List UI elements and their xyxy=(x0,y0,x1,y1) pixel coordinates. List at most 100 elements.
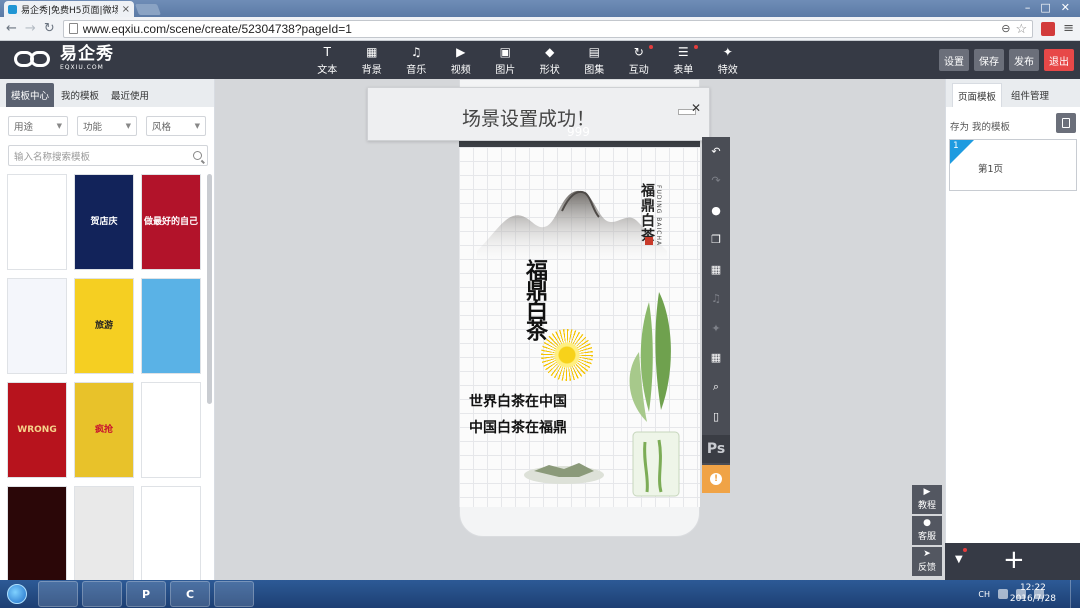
customer-service-button[interactable]: ● 客服 xyxy=(912,516,942,545)
tab-recently-used[interactable]: 最近使用 xyxy=(106,83,154,107)
tool-image[interactable]: ▣ 图片 xyxy=(483,45,528,77)
tool-effects[interactable]: ✦ 特效 xyxy=(706,45,751,77)
filter-label: 用途 xyxy=(14,122,34,133)
tool-interaction[interactable]: ↻ 互动 xyxy=(617,45,662,77)
template-thumbnail[interactable] xyxy=(74,486,134,582)
shape-icon: ◆ xyxy=(545,45,555,59)
grid-icon[interactable]: ▦ xyxy=(702,255,730,283)
template-thumbnail[interactable]: 做最好的自己 xyxy=(141,174,201,270)
template-thumbnail[interactable]: 旅游 xyxy=(74,278,134,374)
tool-background[interactable]: ▦ 背景 xyxy=(350,45,395,77)
tray-icon[interactable] xyxy=(998,589,1008,599)
close-window-icon[interactable]: ✕ xyxy=(1061,0,1070,16)
taskbar-explorer[interactable] xyxy=(38,581,78,607)
extension-icon[interactable] xyxy=(1041,21,1056,36)
save-button[interactable]: 保存 xyxy=(974,49,1004,71)
template-thumbnail[interactable]: WRONG xyxy=(7,382,67,478)
template-thumbnail[interactable] xyxy=(7,486,67,582)
zoom-icon[interactable]: ⌕ xyxy=(702,373,730,401)
undo-icon[interactable]: ↶ xyxy=(702,137,730,165)
window-controls: – □ ✕ xyxy=(1025,0,1076,16)
template-thumbnail[interactable] xyxy=(141,486,201,582)
mobile-icon[interactable]: ▯ xyxy=(702,403,730,431)
template-thumbnail-title: 疯抢 xyxy=(94,424,113,435)
page-thumbnail[interactable]: 1 第1页 xyxy=(949,139,1077,191)
slogan-line-2[interactable]: 中国白茶在福鼎 xyxy=(469,417,567,437)
alert-button[interactable]: ! xyxy=(702,465,730,493)
tab-my-templates[interactable]: 我的模板 xyxy=(56,83,104,107)
tool-shape[interactable]: ◆ 形状 xyxy=(528,45,573,77)
copy-page-icon[interactable]: ❐ xyxy=(702,226,730,254)
document-icon[interactable] xyxy=(1056,113,1076,133)
filter-style[interactable]: 风格 ▼ xyxy=(146,116,206,136)
calligraphy-title[interactable]: 福鼎白茶 xyxy=(519,259,551,339)
exit-button[interactable]: 退出 xyxy=(1044,49,1074,71)
filter-usage[interactable]: 用途 ▼ xyxy=(8,116,68,136)
tool-music[interactable]: ♫ 音乐 xyxy=(394,45,439,77)
sun-flower-image[interactable] xyxy=(541,329,593,381)
preview-icon[interactable]: ● xyxy=(702,196,730,224)
zoom-icon[interactable]: ⊖ xyxy=(1001,22,1010,35)
taskbar-chrome[interactable] xyxy=(214,581,254,607)
vertical-toolbar: ↶ ↷ ● ❐ ▦ ♫ ✦ ▦ ⌕ ▯ Ps! xyxy=(702,137,730,493)
layout-icon[interactable]: ▦ xyxy=(702,344,730,372)
tool-video[interactable]: ▶ 视频 xyxy=(439,45,484,77)
tea-leaf-glass-image[interactable] xyxy=(619,292,691,502)
add-page-icon[interactable]: + xyxy=(1003,545,1025,575)
taskbar-camtasia[interactable]: C xyxy=(170,581,210,607)
tab-template-center[interactable]: 模板中心 xyxy=(6,83,55,107)
tab-page-templates[interactable]: 页面模板 xyxy=(952,83,1003,107)
save-as-template-link[interactable]: 存为 我的模板 xyxy=(950,119,1010,133)
chevron-down-icon[interactable]: ▼ xyxy=(955,554,963,565)
slogan-line-1[interactable]: 世界白茶在中国 xyxy=(469,391,567,411)
browser-menu-icon[interactable]: ≡ xyxy=(1063,21,1074,36)
bookmark-star-icon[interactable]: ☆ xyxy=(1015,21,1027,37)
show-desktop-button[interactable] xyxy=(1070,580,1080,608)
template-thumbnail[interactable]: 贺店庆 xyxy=(74,174,134,270)
minimize-icon[interactable]: – xyxy=(1025,0,1031,16)
tool-form[interactable]: ☰ 表单 xyxy=(661,45,706,77)
url-field[interactable]: www.eqxiu.com/scene/create/52304738?page… xyxy=(62,19,1034,38)
template-search-input[interactable]: 输入名称搜索模板 xyxy=(8,145,208,166)
tutorial-button[interactable]: ▶ 教程 xyxy=(912,485,942,514)
forward-icon[interactable]: → xyxy=(25,21,36,36)
feedback-button[interactable]: ➤ 反馈 xyxy=(912,547,942,576)
tab-component-management[interactable]: 组件管理 xyxy=(1006,83,1054,107)
template-scrollbar[interactable] xyxy=(207,174,212,404)
photoshop-import-button[interactable]: Ps xyxy=(702,435,730,463)
publish-button[interactable]: 发布 xyxy=(1009,49,1039,71)
effects-icon[interactable]: ✦ xyxy=(702,314,730,342)
back-icon[interactable]: ← xyxy=(6,21,17,36)
close-icon[interactable]: ✕ xyxy=(691,101,701,115)
template-thumbnail[interactable]: 疯抢 xyxy=(74,382,134,478)
template-thumbnail[interactable] xyxy=(141,278,201,374)
reload-icon[interactable]: ↻ xyxy=(44,21,55,36)
input-method-indicator[interactable]: CH xyxy=(978,590,990,599)
template-thumbnail[interactable] xyxy=(7,278,67,374)
tool-text[interactable]: T 文本 xyxy=(305,45,350,77)
tool-label: 背景 xyxy=(361,65,382,76)
taskbar-app-2[interactable] xyxy=(82,581,122,607)
tool-label: 形状 xyxy=(539,65,560,76)
maximize-icon[interactable]: □ xyxy=(1040,0,1050,16)
taskbar-powerpoint[interactable]: P xyxy=(126,581,166,607)
filter-function[interactable]: 功能 ▼ xyxy=(77,116,137,136)
new-tab-button[interactable] xyxy=(134,4,162,15)
brand-vertical-text[interactable]: 福鼎白茶 xyxy=(637,183,657,243)
redo-icon[interactable]: ↷ xyxy=(702,167,730,195)
dried-tea-image[interactable] xyxy=(519,447,609,487)
close-tab-icon[interactable]: × xyxy=(122,4,130,15)
start-button[interactable] xyxy=(0,581,34,607)
template-thumbnail[interactable] xyxy=(7,174,67,270)
template-thumbnail[interactable] xyxy=(141,382,201,478)
browser-tab[interactable]: 易企秀|免费H5页面|微场景 × xyxy=(4,1,134,17)
scene-page[interactable]: 福鼎白茶 FUDING BAICHA 福鼎白茶 世界白茶在中国 中国白茶在福鼎 xyxy=(459,147,700,507)
tool-gallery[interactable]: ▤ 图集 xyxy=(572,45,617,77)
search-icon[interactable] xyxy=(193,151,202,160)
brand-subtitle-text: FUDING BAICHA xyxy=(655,185,662,247)
music-icon[interactable]: ♫ xyxy=(702,285,730,313)
tool-label: 图集 xyxy=(584,65,605,76)
settings-button[interactable]: 设置 xyxy=(939,49,969,71)
logo[interactable]: 易企秀 EQXIU.COM xyxy=(14,46,114,71)
taskbar-clock[interactable]: 12:22 2016/7/28 xyxy=(1010,583,1056,605)
